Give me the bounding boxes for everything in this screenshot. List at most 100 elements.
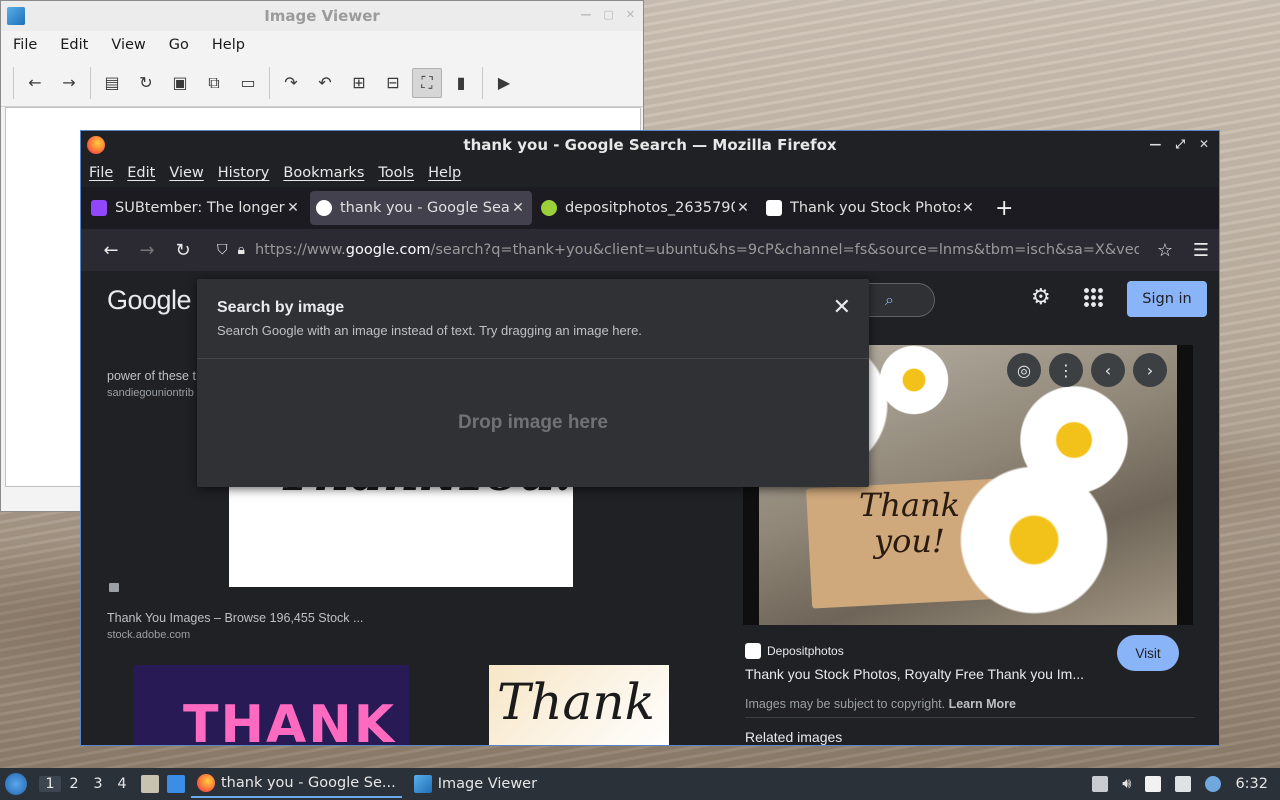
close-icon[interactable]: ✕ xyxy=(1199,137,1209,152)
firefox-logo-icon xyxy=(87,136,105,154)
hamburger-menu-icon[interactable]: ☰ xyxy=(1183,240,1219,261)
workspace-2[interactable]: 2 xyxy=(63,776,85,792)
new-tab-button[interactable]: + xyxy=(995,196,1013,221)
image-viewer-app-icon xyxy=(7,7,25,25)
menu-edit[interactable]: Edit xyxy=(52,37,96,53)
file-manager-icon[interactable] xyxy=(141,775,159,793)
tab-close-icon[interactable]: ✕ xyxy=(735,200,751,216)
clock[interactable]: 6:32 xyxy=(1235,776,1268,792)
url-path: /search?q=thank+you&client=ubuntu&hs=9cP… xyxy=(430,242,1139,258)
url-bar[interactable]: ⛉ 🔒︎ https://www. google.com/search?q=tha… xyxy=(209,234,1139,266)
result-item[interactable]: Thank You Images – Browse 196,455 Stock … xyxy=(107,611,363,641)
bookmark-star-icon[interactable]: ☆ xyxy=(1147,240,1183,261)
minimize-icon[interactable]: — xyxy=(580,8,591,21)
updates-icon[interactable] xyxy=(1092,776,1109,792)
next-image-icon[interactable]: › xyxy=(1133,353,1167,387)
gear-icon[interactable]: ⚙ xyxy=(1031,285,1051,310)
menu-help[interactable]: Help xyxy=(204,37,253,53)
visit-button[interactable]: Visit xyxy=(1117,635,1179,671)
menu-edit[interactable]: Edit xyxy=(127,165,155,181)
tab-label: SUBtember: The longer t xyxy=(115,200,285,216)
start-menu-icon[interactable] xyxy=(5,773,27,795)
sign-in-button[interactable]: Sign in xyxy=(1127,281,1207,317)
drop-zone[interactable]: Drop image here xyxy=(197,359,869,487)
search-icon[interactable]: ⌕ xyxy=(885,290,894,310)
task-image-viewer[interactable]: Image Viewer xyxy=(408,770,543,798)
workspace-3[interactable]: 3 xyxy=(87,776,109,792)
apps-grid-icon[interactable] xyxy=(1083,287,1103,307)
reload-icon[interactable]: ↻ xyxy=(165,240,201,261)
maximize-icon[interactable]: ▢ xyxy=(603,8,613,21)
menu-go[interactable]: Go xyxy=(161,37,197,53)
tab-depositphotos-image[interactable]: depositphotos_263579030 ✕ xyxy=(535,191,757,225)
preview-source[interactable]: Depositphotos xyxy=(745,643,844,659)
save-icon[interactable]: ▣ xyxy=(165,68,195,98)
network-icon[interactable] xyxy=(1175,776,1192,792)
previous-image-icon[interactable]: ‹ xyxy=(1091,353,1125,387)
tab-twitch[interactable]: SUBtember: The longer t ✕ xyxy=(85,191,307,225)
reload-icon[interactable]: ↻ xyxy=(131,68,161,98)
toolbar-divider xyxy=(90,66,91,99)
toolbar-divider xyxy=(482,66,483,99)
lens-search-icon[interactable]: ◎ xyxy=(1007,353,1041,387)
depositphotos-icon xyxy=(766,200,782,216)
task-label: thank you - Google Se... xyxy=(221,775,396,791)
tab-close-icon[interactable]: ✕ xyxy=(960,200,976,216)
menu-history[interactable]: History xyxy=(218,165,270,181)
open-file-icon[interactable]: ▤ xyxy=(97,68,127,98)
learn-more-link[interactable]: Learn More xyxy=(949,697,1016,711)
copy-icon[interactable]: ⧉ xyxy=(199,68,229,98)
firefox-titlebar[interactable]: thank you - Google Search — Mozilla Fire… xyxy=(81,131,1219,159)
rotate-ccw-icon[interactable]: ↶ xyxy=(310,68,340,98)
notification-icon[interactable] xyxy=(1205,776,1222,792)
google-logo[interactable]: Google xyxy=(107,285,192,316)
firefox-window: thank you - Google Search — Mozilla Fire… xyxy=(80,130,1220,746)
more-options-icon[interactable]: ⋮ xyxy=(1049,353,1083,387)
image-viewer-titlebar[interactable]: Image Viewer — ▢ ✕ xyxy=(1,1,643,31)
search-by-image-subtitle: Search Google with an image instead of t… xyxy=(217,323,642,338)
image-viewer-icon xyxy=(413,775,432,793)
lock-icon[interactable]: 🔒︎ xyxy=(238,242,245,258)
task-firefox[interactable]: thank you - Google Se... xyxy=(191,770,402,798)
zoom-out-icon[interactable]: ⊟ xyxy=(378,68,408,98)
result-item[interactable]: power of these t sandiegouniontrib xyxy=(107,369,196,399)
close-icon[interactable]: ✕ xyxy=(833,295,851,320)
clipboard-icon[interactable] xyxy=(1145,776,1162,792)
menu-file[interactable]: File xyxy=(89,165,113,181)
minimize-icon[interactable]: — xyxy=(1149,137,1161,152)
forward-icon[interactable]: → xyxy=(54,68,84,98)
result-thumbnail[interactable]: Thank xyxy=(489,665,669,745)
restore-icon[interactable]: ⤢ xyxy=(1175,137,1185,152)
rotate-cw-icon[interactable]: ↷ xyxy=(276,68,306,98)
menu-view[interactable]: View xyxy=(169,165,203,181)
search-by-image-dialog: Search by image Search Google with an im… xyxy=(197,279,869,487)
forward-icon[interactable]: → xyxy=(129,240,165,261)
slideshow-play-icon[interactable]: ▶ xyxy=(489,68,519,98)
tab-close-icon[interactable]: ✕ xyxy=(285,200,301,216)
result-thumbnail[interactable]: THANK xyxy=(133,665,409,745)
menu-tools[interactable]: Tools xyxy=(378,165,414,181)
workspace-4[interactable]: 4 xyxy=(111,776,133,792)
tab-google-search[interactable]: thank you - Google Searc ✕ xyxy=(310,191,532,225)
paste-icon[interactable]: ▭ xyxy=(233,68,263,98)
menu-view[interactable]: View xyxy=(103,37,153,53)
menu-help[interactable]: Help xyxy=(428,165,461,181)
menu-file[interactable]: File xyxy=(5,37,45,53)
back-icon[interactable]: ← xyxy=(93,240,129,261)
show-desktop-icon[interactable] xyxy=(167,775,185,793)
tab-thank-you-stock[interactable]: Thank you Stock Photos, ✕ xyxy=(760,191,982,225)
workspace-1[interactable]: 1 xyxy=(39,776,61,792)
volume-icon[interactable]: 🔊︎ xyxy=(1122,776,1131,792)
back-icon[interactable]: ← xyxy=(20,68,50,98)
result-title: power of these t xyxy=(107,369,196,383)
divider xyxy=(745,717,1195,718)
fit-window-icon[interactable]: ⛶ xyxy=(412,67,442,98)
menu-bookmarks[interactable]: Bookmarks xyxy=(283,165,364,181)
tracking-shield-icon[interactable]: ⛉ xyxy=(217,242,228,258)
zoom-in-icon[interactable]: ⊞ xyxy=(344,68,374,98)
preview-title[interactable]: Thank you Stock Photos, Royalty Free Tha… xyxy=(745,666,1084,682)
close-icon[interactable]: ✕ xyxy=(626,8,635,21)
original-size-icon[interactable]: ▮ xyxy=(446,68,476,98)
tab-close-icon[interactable]: ✕ xyxy=(510,200,526,216)
firefox-icon xyxy=(197,774,215,792)
